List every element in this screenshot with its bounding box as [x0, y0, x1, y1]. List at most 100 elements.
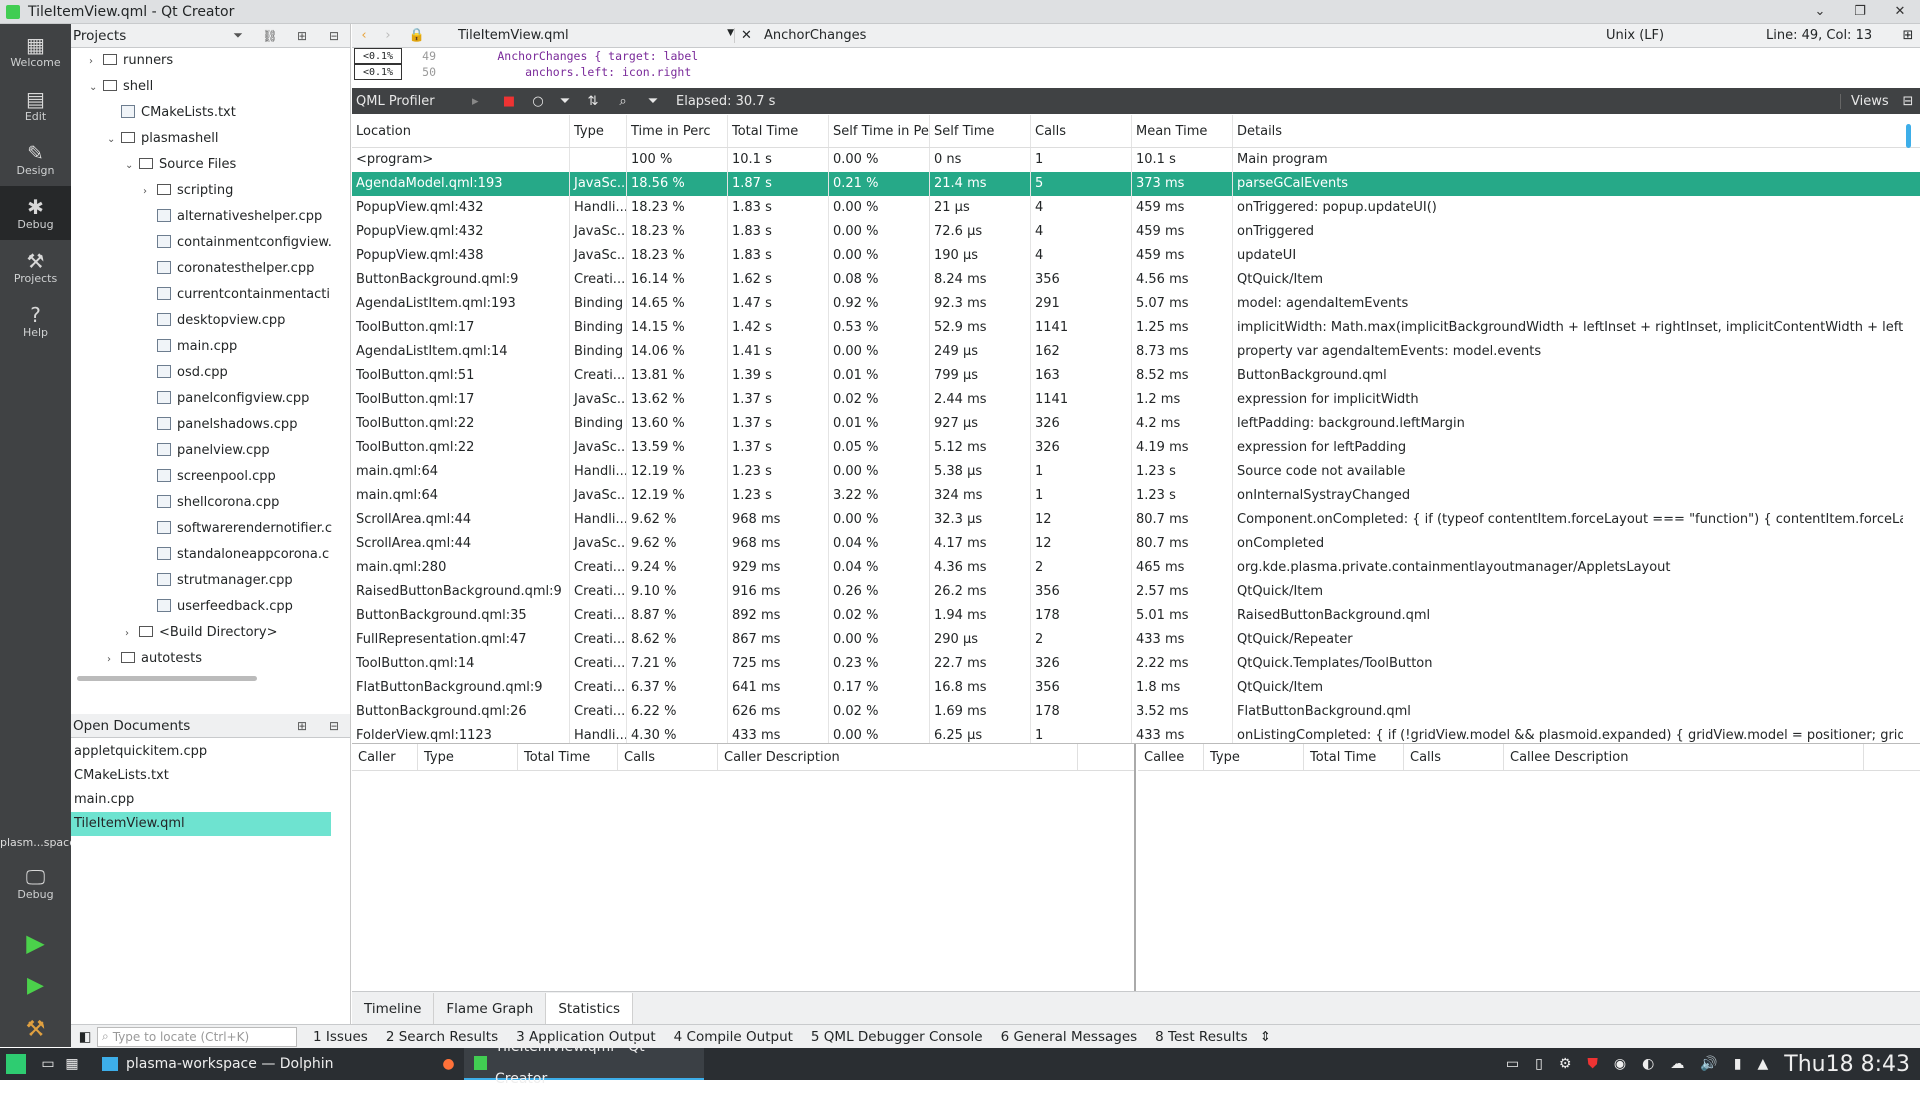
tree-item[interactable]: › autotests: [71, 646, 350, 672]
tab-statistics[interactable]: Statistics: [546, 992, 634, 1025]
locator-input[interactable]: ⌕ Type to locate (Ctrl+K): [97, 1026, 297, 1047]
tree-item[interactable]: ⌄ Source Files: [71, 152, 350, 178]
open-document-item[interactable]: CMakeLists.txt: [71, 764, 331, 788]
more-panes-icon[interactable]: ⇕: [1260, 1029, 1278, 1045]
table-row[interactable]: ToolButton.qml:17 JavaSc... 13.62 % 1.37 s0…: [352, 388, 1920, 412]
tree-item[interactable]: panelshadows.cpp: [71, 412, 350, 438]
open-documents-list[interactable]: appletquickitem.cpp CMakeLists.txt main.cp…: [71, 740, 331, 836]
tree-item[interactable]: › runners: [71, 48, 350, 74]
tree-item[interactable]: containmentconfigview.: [71, 230, 350, 256]
line-ending-selector[interactable]: Unix (LF): [1606, 28, 1766, 43]
tree-item[interactable]: ⌄ plasmashell: [71, 126, 350, 152]
close-icon[interactable]: ✕: [1880, 4, 1920, 19]
column-header[interactable]: Self Time: [930, 115, 1031, 147]
split-editor-icon[interactable]: ⊞: [1896, 28, 1920, 43]
open-document-item[interactable]: appletquickitem.cpp: [71, 740, 331, 764]
kit-name[interactable]: plasm...space: [0, 836, 76, 849]
mode-help[interactable]: ? Help: [0, 294, 71, 348]
column-header[interactable]: Type: [418, 744, 518, 770]
show-desktop-icon[interactable]: ▭: [36, 1056, 60, 1072]
column-header[interactable]: Type: [570, 115, 627, 147]
tree-item[interactable]: standaloneappcorona.c: [71, 542, 350, 568]
tree-scrollbar[interactable]: [77, 676, 257, 681]
split-icon[interactable]: ⊞: [286, 29, 318, 43]
column-header[interactable]: Calls: [1404, 744, 1504, 770]
output-pane-button[interactable]: 2 Search Results: [386, 1029, 498, 1045]
table-row[interactable]: AgendaListItem.qml:193 Binding 14.65 % 1.47…: [352, 292, 1920, 316]
column-header[interactable]: Total Time: [1304, 744, 1404, 770]
mode-debug[interactable]: ✱ Debug: [0, 186, 71, 240]
mode-design[interactable]: ✎ Design: [0, 132, 71, 186]
expand-arrow-icon[interactable]: ⌄: [107, 127, 121, 152]
updates-icon[interactable]: ◉: [1614, 1056, 1626, 1072]
close-pane-icon[interactable]: ⊟: [1896, 94, 1920, 109]
column-header[interactable]: Mean Time: [1132, 115, 1233, 147]
pager-icon[interactable]: ▦: [60, 1056, 84, 1072]
tray-expand-icon[interactable]: ▲: [1758, 1056, 1769, 1072]
close-pane-icon[interactable]: ⊟: [318, 719, 350, 733]
column-header[interactable]: Caller: [352, 744, 418, 770]
firefox-icon[interactable]: ●: [434, 1056, 464, 1072]
tree-item[interactable]: main.cpp: [71, 334, 350, 360]
callers-table[interactable]: Caller Type Total Time Calls Caller Descript…: [352, 744, 1136, 991]
table-row[interactable]: main.qml:280 Creati... 9.24 % 929 ms 0.04 % 4…: [352, 556, 1920, 580]
minimize-icon[interactable]: ⌄: [1800, 4, 1840, 19]
table-row[interactable]: ToolButton.qml:14 Creati... 7.21 % 725 ms 0.…: [352, 652, 1920, 676]
column-header[interactable]: Type: [1204, 744, 1304, 770]
tree-item[interactable]: alternativeshelper.cpp: [71, 204, 350, 230]
network-icon[interactable]: ⚙: [1559, 1056, 1572, 1072]
tab-timeline[interactable]: Timeline: [352, 992, 435, 1025]
stop-recording-button[interactable]: ■: [494, 94, 524, 109]
column-header[interactable]: Time in Perc: [627, 115, 728, 147]
table-row[interactable]: FullRepresentation.qml:47 Creati... 8.62 %…: [352, 628, 1920, 652]
callees-table[interactable]: Callee Type Total Time Calls Callee Descript…: [1138, 744, 1920, 991]
column-header[interactable]: Calls: [1031, 115, 1132, 147]
tree-item[interactable]: ⌄ shell: [71, 74, 350, 100]
open-document-item[interactable]: TileItemView.qml: [71, 812, 331, 836]
table-row[interactable]: ScrollArea.qml:44 Handli... 9.62 % 968 ms 0.…: [352, 508, 1920, 532]
search-icon[interactable]: ⌕: [608, 94, 638, 109]
kit-selector-button[interactable]: 🖵 Debug: [0, 856, 71, 910]
statistics-table[interactable]: Location Type Time in Perc Total Time Self T…: [352, 115, 1920, 743]
output-pane-button[interactable]: 8 Test Results: [1155, 1029, 1248, 1045]
close-file-icon[interactable]: ✕: [734, 28, 758, 43]
symbol-selector[interactable]: AnchorChanges: [758, 28, 1606, 43]
battery-icon[interactable]: ▮: [1734, 1056, 1742, 1072]
table-row[interactable]: PopupView.qml:432 Handli... 18.23 % 1.83 s0…: [352, 196, 1920, 220]
tree-item[interactable]: › <Build Directory>: [71, 620, 350, 646]
mode-projects[interactable]: ⚒ Projects: [0, 240, 71, 294]
tree-item[interactable]: › scripting: [71, 178, 350, 204]
table-row[interactable]: ToolButton.qml:22 Binding 13.60 % 1.37 s 0.0…: [352, 412, 1920, 436]
tree-item[interactable]: currentcontainmentacti: [71, 282, 350, 308]
table-row[interactable]: AgendaModel.qml:193 JavaSc... 18.56 % 1.87 …: [352, 172, 1920, 196]
code-editor[interactable]: <0.1% 49 AnchorChanges { target: label <0.…: [352, 48, 1920, 88]
tree-item[interactable]: CMakeLists.txt: [71, 100, 350, 126]
table-row[interactable]: main.qml:64 JavaSc... 12.19 % 1.23 s 3.22 % 3…: [352, 484, 1920, 508]
table-scrollbar[interactable]: [1906, 124, 1911, 148]
table-row[interactable]: ToolButton.qml:51 Creati... 13.81 % 1.39 s0…: [352, 364, 1920, 388]
weather-icon[interactable]: ☁: [1670, 1056, 1684, 1072]
split-icon[interactable]: ⊞: [286, 719, 318, 733]
security-icon[interactable]: ⛊: [1587, 1056, 1598, 1072]
project-tree[interactable]: › runners ⌄ shell CMakeLists.txt ⌄ plasmashell…: [71, 48, 350, 684]
table-row[interactable]: main.qml:64 Handli... 12.19 % 1.23 s 0.00 % 5…: [352, 460, 1920, 484]
tree-item[interactable]: coronatesthelper.cpp: [71, 256, 350, 282]
output-pane-button[interactable]: 6 General Messages: [1001, 1029, 1138, 1045]
table-row[interactable]: RaisedButtonBackground.qml:9 Creati... 9.1…: [352, 580, 1920, 604]
run-button[interactable]: ▶: [0, 929, 71, 957]
features-dropdown-icon[interactable]: ⏷: [552, 94, 578, 109]
task-dolphin[interactable]: plasma-workspace — Dolphin: [92, 1048, 344, 1080]
table-row[interactable]: AgendaListItem.qml:14 Binding 14.06 % 1.41 …: [352, 340, 1920, 364]
views-button[interactable]: Views: [1840, 93, 1896, 109]
table-row[interactable]: FlatButtonBackground.qml:9 Creati... 6.37 …: [352, 676, 1920, 700]
toggle-sidebar-icon[interactable]: ◧: [73, 1029, 97, 1045]
code-line[interactable]: <0.1% 49 AnchorChanges { target: label: [352, 48, 1920, 64]
clipboard-icon[interactable]: ▭: [1506, 1056, 1519, 1072]
column-header[interactable]: Callee: [1138, 744, 1204, 770]
projects-title[interactable]: Projects: [73, 28, 222, 44]
clear-data-icon[interactable]: ⇅: [578, 94, 608, 109]
open-documents-title[interactable]: Open Documents: [73, 718, 286, 734]
tree-item[interactable]: softwarerendernotifier.c: [71, 516, 350, 542]
restore-icon[interactable]: ❐: [1840, 4, 1880, 19]
tab-flame-graph[interactable]: Flame Graph: [434, 992, 547, 1025]
